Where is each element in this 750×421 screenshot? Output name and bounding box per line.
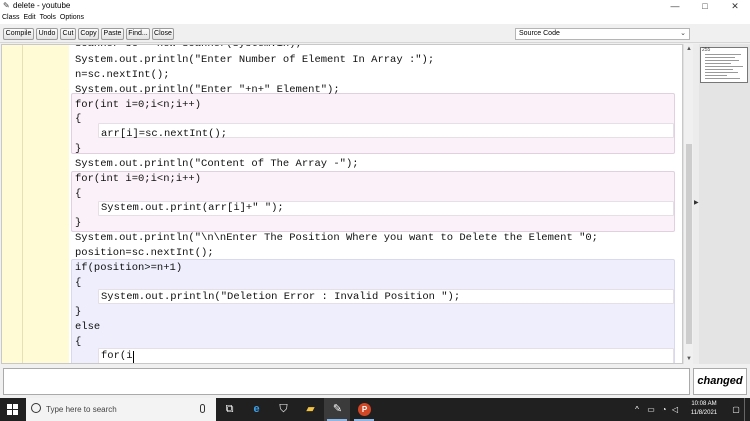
code-line: else	[75, 321, 101, 333]
line-number-gutter	[2, 45, 69, 363]
menu-options[interactable]: Options	[58, 12, 86, 24]
task-view-icon: ⧉	[225, 403, 234, 415]
view-select[interactable]: Source Code ⌄	[515, 28, 690, 40]
windows-taskbar: Type here to search ⧉ e ⛉ ▰ ✎ P ^ ▭ ◔ ◁ …	[0, 398, 750, 421]
bluej-button[interactable]: ✎	[324, 398, 350, 421]
undo-button[interactable]: Undo	[36, 28, 58, 40]
microphone-icon[interactable]	[200, 404, 205, 413]
minimap-line	[705, 57, 735, 58]
code-line: Scanner sc = new Scanner(System.in);	[75, 44, 302, 50]
minimap-line	[705, 69, 733, 70]
minimap-line	[705, 60, 739, 61]
code-line: {	[75, 113, 82, 125]
menu-class[interactable]: Class	[0, 12, 22, 24]
search-placeholder: Type here to search	[46, 405, 117, 414]
minimap-line	[705, 72, 738, 73]
scrollbar-thumb[interactable]	[686, 144, 692, 344]
code-line: }	[75, 143, 82, 155]
changed-indicator: changed	[693, 368, 747, 395]
cut-button[interactable]: Cut	[60, 28, 76, 40]
store-icon: ⛉	[279, 403, 288, 415]
overview-label: 255	[702, 47, 711, 53]
bluej-icon: ✎	[332, 403, 343, 415]
store-button[interactable]: ⛉	[270, 398, 296, 421]
taskbar-search[interactable]: Type here to search	[26, 398, 216, 421]
bluej-bird-icon: ✎	[3, 1, 10, 10]
windows-logo-icon	[7, 404, 18, 415]
minimap-line	[705, 75, 727, 76]
code-line: position=sc.nextInt();	[75, 247, 214, 259]
search-icon	[31, 403, 41, 413]
file-explorer-icon: ▰	[306, 403, 315, 415]
gutter-divider	[22, 45, 23, 363]
network-icon[interactable]: ◔	[659, 398, 669, 421]
message-area	[3, 368, 690, 395]
code-line: }	[75, 217, 82, 229]
expand-arrow-icon[interactable]: ▶	[694, 199, 699, 206]
close-window-button[interactable]: ✕	[720, 0, 750, 12]
edge-button[interactable]: e	[243, 398, 269, 421]
show-desktop-button[interactable]	[744, 398, 745, 421]
view-select-value: Source Code	[519, 30, 560, 37]
close-button[interactable]: Close	[152, 28, 174, 40]
code-line: for(i	[101, 350, 133, 362]
clock-time: 10:08 AM	[691, 401, 717, 407]
copy-button[interactable]: Copy	[78, 28, 99, 40]
text-cursor	[133, 351, 134, 363]
code-line: for(int i=0;i<n;i++)	[75, 173, 202, 185]
code-line: {	[75, 277, 82, 289]
title-bar: ✎ delete - youtube — □ ✕	[0, 0, 750, 12]
notifications-icon[interactable]: ▢	[730, 398, 742, 421]
code-line: n=sc.nextInt();	[75, 69, 170, 81]
code-line: }	[75, 306, 82, 318]
minimap-line	[705, 54, 741, 55]
volume-icon[interactable]: ◁	[670, 398, 680, 421]
taskbar-clock[interactable]: 10:08 AM 11/8/2021	[680, 400, 728, 418]
window-title: delete - youtube	[13, 1, 71, 10]
code-line: System.out.println("Enter Number of Elem…	[75, 54, 435, 66]
code-line: for(int i=0;i<n;i++)	[75, 99, 202, 111]
powerpoint-icon: P	[358, 403, 371, 416]
code-line: System.out.println("Content of The Array…	[75, 158, 359, 170]
code-editor[interactable]: Scanner sc = new Scanner(System.in); Sys…	[1, 44, 683, 364]
find-button[interactable]: Find...	[126, 28, 150, 40]
code-line: if(position>=n+1)	[75, 262, 183, 274]
show-hidden-icons-icon[interactable]: ^	[632, 398, 642, 421]
maximize-button[interactable]: □	[690, 0, 720, 12]
code-line: {	[75, 336, 82, 348]
toolbar: Compile Undo Cut Copy Paste Find... Clos…	[0, 25, 750, 43]
navigation-view[interactable]	[699, 44, 750, 364]
start-button[interactable]	[0, 398, 26, 421]
editor-scrollbar[interactable]: ▲ ▼	[683, 44, 693, 364]
compile-button[interactable]: Compile	[3, 28, 34, 40]
code-line: System.out.println("Enter "+n+" Element"…	[75, 84, 340, 96]
minimap-line	[705, 78, 740, 79]
code-line: System.out.println("\n\nEnter The Positi…	[75, 232, 598, 244]
task-view-button[interactable]: ⧉	[216, 398, 242, 421]
paste-button[interactable]: Paste	[101, 28, 124, 40]
code-line: System.out.println("Deletion Error : Inv…	[101, 291, 461, 303]
minimap-line	[705, 66, 743, 67]
minimize-button[interactable]: —	[660, 0, 690, 12]
minimap-line	[705, 63, 731, 64]
file-explorer-button[interactable]: ▰	[297, 398, 323, 421]
code-line: {	[75, 188, 82, 200]
menu-edit[interactable]: Edit	[22, 12, 38, 24]
menu-tools[interactable]: Tools	[38, 12, 58, 24]
menu-bar: Class Edit Tools Options	[0, 12, 750, 24]
clock-date: 11/8/2021	[690, 410, 718, 416]
powerpoint-button[interactable]: P	[351, 398, 377, 421]
code-area[interactable]: Scanner sc = new Scanner(System.in); Sys…	[69, 44, 682, 363]
code-line: arr[i]=sc.nextInt();	[101, 128, 228, 140]
chevron-down-icon: ⌄	[680, 30, 686, 37]
edge-icon: e	[253, 403, 260, 415]
code-line: System.out.print(arr[i]+" ");	[101, 202, 284, 214]
else-body-scope	[98, 348, 674, 363]
battery-icon[interactable]: ▭	[645, 398, 657, 421]
